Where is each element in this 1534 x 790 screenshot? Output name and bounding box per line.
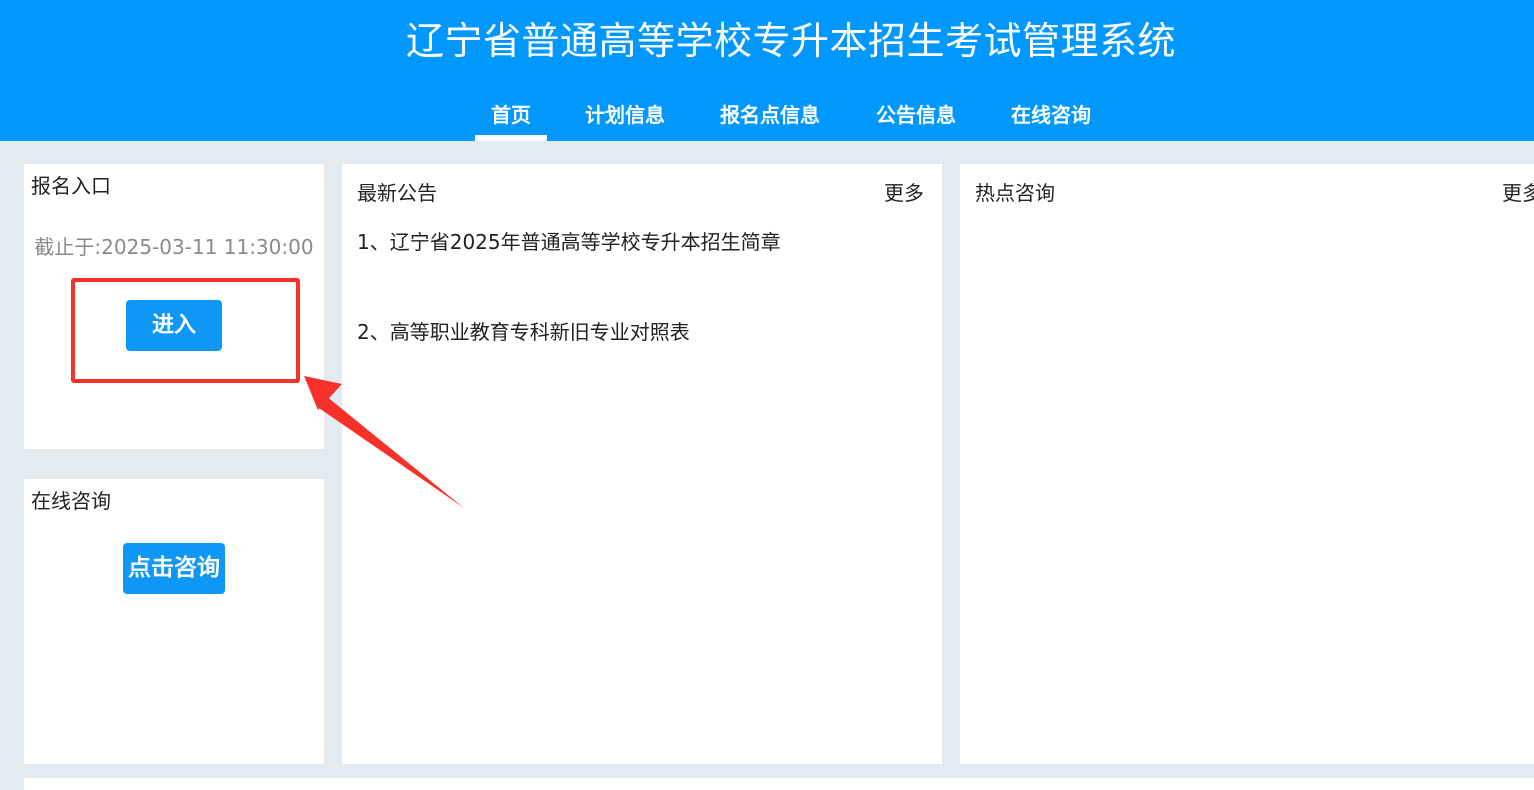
- nav-plan-info[interactable]: 计划信息: [580, 96, 670, 141]
- bottom-panel: [24, 778, 1534, 790]
- site-title: 辽宁省普通高等学校专升本招生考试管理系统: [405, 19, 1176, 63]
- site-header: 辽宁省普通高等学校专升本招生考试管理系统 首页 计划信息 报名点信息 公告信息 …: [0, 0, 1534, 141]
- registration-title: 报名入口: [31, 174, 111, 198]
- nav-online-consult[interactable]: 在线咨询: [1006, 96, 1096, 141]
- annotation-highlight-box: [71, 278, 300, 383]
- hot-title: 热点咨询: [975, 181, 1055, 205]
- notices-title: 最新公告: [357, 181, 437, 205]
- notice-item[interactable]: 1、辽宁省2025年普通高等学校专升本招生简章: [357, 229, 781, 255]
- notice-item[interactable]: 2、高等职业教育专科新旧专业对照表: [357, 319, 690, 345]
- registration-deadline: 截止于:2025-03-11 11:30:00: [34, 235, 314, 259]
- consult-panel: 在线咨询 点击咨询: [24, 479, 324, 764]
- annotation-arrow-icon: [304, 376, 464, 508]
- hot-more-link[interactable]: 更多: [1502, 180, 1534, 206]
- nav-home[interactable]: 首页: [475, 96, 547, 141]
- nav-announcements[interactable]: 公告信息: [870, 96, 962, 141]
- notices-more-link[interactable]: 更多: [884, 180, 924, 206]
- consult-title: 在线咨询: [31, 489, 111, 513]
- hot-panel: 热点咨询 更多: [960, 164, 1534, 764]
- consult-button[interactable]: 点击咨询: [123, 543, 225, 594]
- nav-registration-sites[interactable]: 报名点信息: [714, 96, 826, 141]
